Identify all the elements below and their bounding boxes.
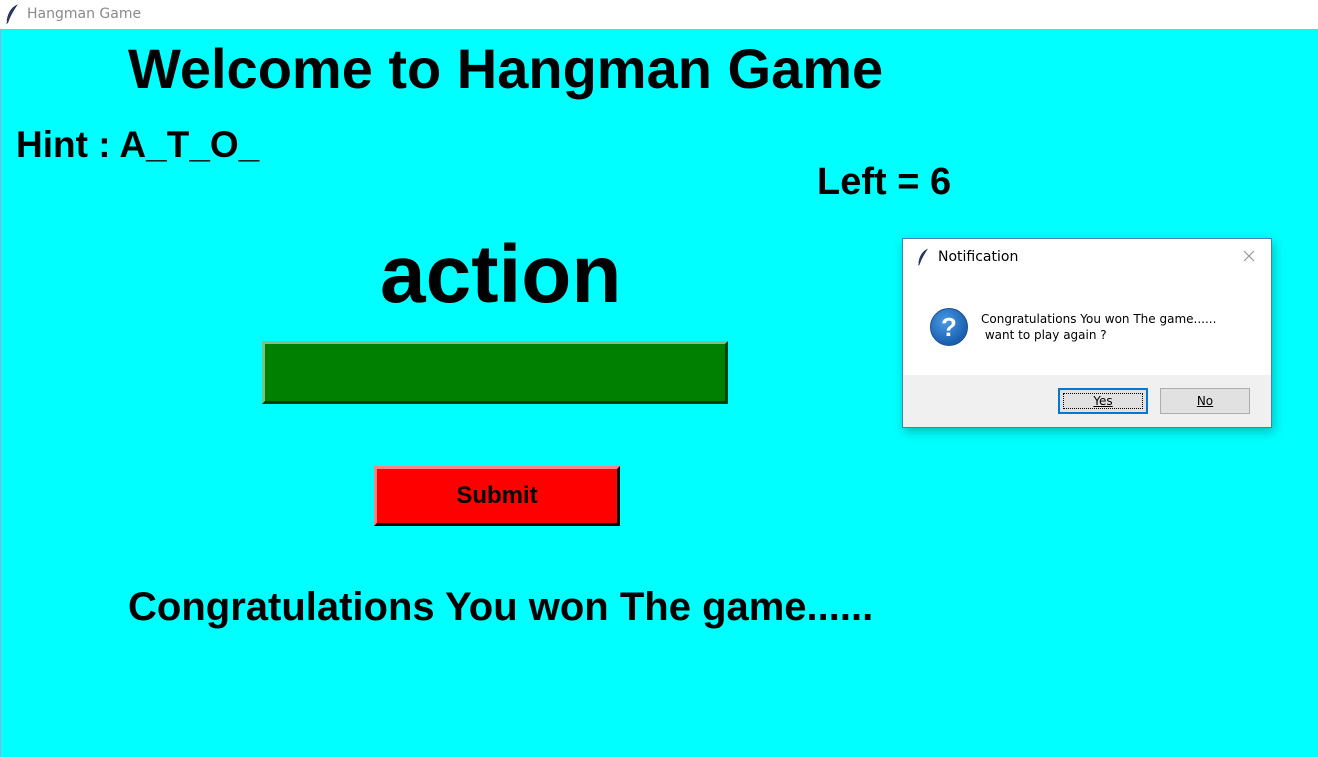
- page-title: Welcome to Hangman Game: [128, 37, 884, 100]
- close-icon[interactable]: [1241, 248, 1257, 264]
- guesses-left-label: Left = 6: [817, 161, 952, 203]
- question-icon: ?: [930, 308, 968, 346]
- notification-dialog: Notification ? Congratulations You won T…: [902, 238, 1272, 428]
- no-button[interactable]: No: [1160, 388, 1250, 414]
- feather-icon: [917, 248, 929, 266]
- window-titlebar: Hangman Game: [0, 0, 1318, 29]
- dialog-title: Notification: [938, 249, 1019, 265]
- submit-button[interactable]: Submit: [374, 466, 620, 526]
- hint-label: Hint : A_T_O_: [16, 124, 260, 165]
- yes-button[interactable]: Yes: [1058, 388, 1148, 414]
- guess-input[interactable]: [262, 341, 728, 404]
- dialog-button-bar: Yes No: [903, 375, 1271, 427]
- revealed-word: action: [380, 229, 622, 320]
- dialog-message: Congratulations You won The game...... w…: [981, 312, 1217, 342]
- result-message: Congratulations You won The game......: [128, 585, 874, 629]
- feather-icon: [6, 4, 18, 24]
- window-title: Hangman Game: [27, 6, 142, 22]
- no-button-label: No: [1196, 394, 1214, 408]
- focus-indicator: [1063, 393, 1143, 409]
